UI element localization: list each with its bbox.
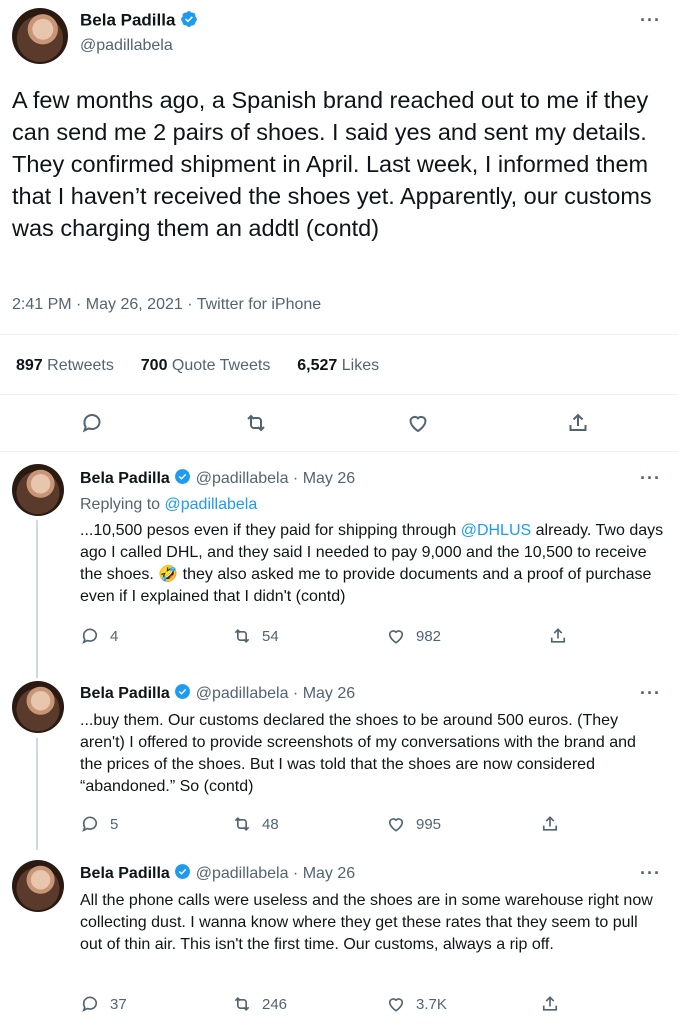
reply-text: All the phone calls were useless and the… bbox=[80, 892, 653, 953]
verified-badge-icon bbox=[174, 863, 191, 885]
retweet-icon bbox=[234, 816, 250, 832]
more-icon[interactable]: ··· bbox=[640, 468, 661, 489]
avatar[interactable] bbox=[12, 681, 64, 733]
avatar[interactable] bbox=[12, 860, 64, 912]
retweet-button[interactable]: 54 bbox=[232, 626, 279, 646]
retweet-count: 246 bbox=[262, 995, 288, 1013]
divider bbox=[0, 334, 678, 335]
retweet-button[interactable]: 246 bbox=[232, 994, 287, 1014]
share-icon bbox=[542, 996, 558, 1011]
quotes-count: 700 bbox=[140, 357, 168, 374]
reply-icon bbox=[82, 414, 101, 433]
like-count: 3.7K bbox=[416, 995, 447, 1013]
reply-button[interactable]: 37 bbox=[80, 994, 127, 1014]
reply-header: Bela Padilla @padillabela · May 26 bbox=[80, 468, 355, 490]
replying-to: Replying to @padillabela bbox=[80, 496, 257, 514]
quotes-label: Quote Tweets bbox=[171, 357, 271, 374]
tweet-stats: 897 Retweets 700 Quote Tweets 6,527 Like… bbox=[16, 357, 379, 375]
more-icon[interactable]: ··· bbox=[640, 863, 661, 884]
reply-button[interactable] bbox=[80, 411, 104, 435]
likes-stat[interactable]: 6,527 Likes bbox=[297, 357, 379, 374]
verified-badge-icon bbox=[174, 468, 191, 490]
share-icon bbox=[550, 628, 566, 643]
heart-icon bbox=[388, 998, 404, 1012]
author-name[interactable]: Bela Padilla bbox=[80, 685, 170, 702]
retweet-icon bbox=[247, 414, 265, 432]
author-handle[interactable]: @padillabela bbox=[80, 37, 173, 55]
heart-icon bbox=[388, 818, 404, 832]
retweet-count: 54 bbox=[262, 627, 279, 645]
avatar[interactable] bbox=[12, 464, 64, 516]
divider bbox=[0, 394, 678, 395]
retweet-button[interactable]: 48 bbox=[232, 814, 279, 834]
share-button[interactable] bbox=[548, 626, 568, 646]
author-name[interactable]: Bela Padilla bbox=[80, 470, 170, 487]
share-button[interactable] bbox=[540, 814, 560, 834]
reply-button[interactable]: 4 bbox=[80, 626, 118, 646]
share-icon bbox=[569, 413, 587, 431]
verified-badge-icon bbox=[180, 10, 198, 33]
mention-link[interactable]: @DHLUS bbox=[461, 522, 531, 539]
quotes-stat[interactable]: 700 Quote Tweets bbox=[141, 357, 275, 374]
like-button[interactable]: 3.7K bbox=[386, 994, 447, 1014]
like-button[interactable]: 982 bbox=[386, 626, 441, 646]
retweet-icon bbox=[234, 996, 250, 1012]
retweets-label: Retweets bbox=[47, 357, 114, 374]
retweet-count: 48 bbox=[262, 815, 279, 833]
share-button[interactable] bbox=[566, 411, 590, 435]
more-icon[interactable]: ··· bbox=[640, 10, 661, 31]
reply-count: 37 bbox=[110, 995, 127, 1013]
thread-line bbox=[36, 738, 38, 850]
retweets-stat[interactable]: 897 Retweets bbox=[16, 357, 118, 374]
avatar[interactable] bbox=[12, 8, 68, 64]
handle-date[interactable]: @padillabela · May 26 bbox=[196, 865, 355, 882]
reply-icon bbox=[82, 996, 98, 1012]
likes-label: Likes bbox=[341, 357, 380, 374]
replying-to-link[interactable]: @padillabela bbox=[165, 496, 258, 513]
handle-date[interactable]: @padillabela · May 26 bbox=[196, 685, 355, 702]
author-header: Bela Padilla bbox=[80, 10, 198, 33]
retweet-button[interactable] bbox=[244, 411, 268, 435]
reply-header: Bela Padilla @padillabela · May 26 bbox=[80, 683, 355, 705]
like-count: 995 bbox=[416, 815, 442, 833]
reply-icon bbox=[82, 628, 98, 644]
share-icon bbox=[542, 816, 558, 831]
author-name[interactable]: Bela Padilla bbox=[80, 11, 175, 30]
thread-line bbox=[36, 520, 38, 678]
reply-count: 4 bbox=[110, 627, 119, 645]
verified-badge-icon bbox=[174, 683, 191, 705]
timestamp-text[interactable]: 2:41 PM · May 26, 2021 · bbox=[12, 296, 197, 313]
reply-count: 5 bbox=[110, 815, 119, 833]
like-button[interactable]: 995 bbox=[386, 814, 441, 834]
retweets-count: 897 bbox=[16, 357, 43, 374]
like-count: 982 bbox=[416, 627, 442, 645]
tweet-source[interactable]: Twitter for iPhone bbox=[197, 296, 322, 313]
handle-date[interactable]: @padillabela · May 26 bbox=[196, 470, 355, 487]
reply-icon bbox=[82, 816, 98, 832]
reply-header: Bela Padilla @padillabela · May 26 bbox=[80, 863, 355, 885]
tweet-text: A few months ago, a Spanish brand reache… bbox=[12, 87, 652, 241]
tweet-timestamp: 2:41 PM · May 26, 2021 · Twitter for iPh… bbox=[12, 296, 321, 314]
more-icon[interactable]: ··· bbox=[640, 683, 661, 704]
reply-text: ...buy them. Our customs declared the sh… bbox=[80, 712, 636, 795]
divider bbox=[0, 451, 678, 452]
retweet-icon bbox=[234, 628, 250, 644]
like-button[interactable] bbox=[406, 411, 430, 435]
share-button[interactable] bbox=[540, 994, 560, 1014]
reply-button[interactable]: 5 bbox=[80, 814, 118, 834]
reply-text-part: ...10,500 pesos even if they paid for sh… bbox=[80, 522, 461, 539]
replying-prefix: Replying to bbox=[80, 496, 165, 513]
heart-icon bbox=[388, 630, 404, 644]
reply-text: ...10,500 pesos even if they paid for sh… bbox=[80, 520, 665, 608]
author-name[interactable]: Bela Padilla bbox=[80, 865, 170, 882]
likes-count: 6,527 bbox=[297, 357, 338, 374]
heart-icon bbox=[409, 415, 427, 433]
